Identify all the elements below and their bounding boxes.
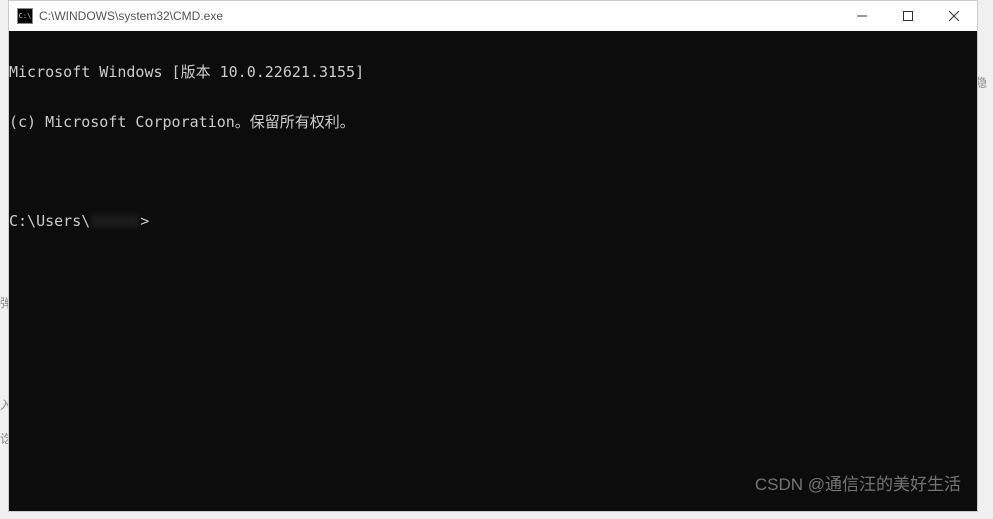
close-button[interactable]: [931, 1, 977, 31]
terminal-area[interactable]: Microsoft Windows [版本 10.0.22621.3155] (…: [9, 31, 977, 511]
window-controls: [839, 1, 977, 31]
terminal-output-line: Microsoft Windows [版本 10.0.22621.3155]: [9, 64, 977, 81]
window-title: C:\WINDOWS\system32\CMD.exe: [39, 9, 839, 23]
watermark-text: CSDN @通信汪的美好生活: [755, 476, 961, 495]
prompt-suffix: >: [140, 213, 149, 230]
cmd-window: C:\ C:\WINDOWS\system32\CMD.exe Microsof…: [8, 0, 978, 512]
terminal-output-line: (c) Microsoft Corporation。保留所有权利。: [9, 114, 977, 131]
titlebar[interactable]: C:\ C:\WINDOWS\system32\CMD.exe: [9, 1, 977, 31]
cmd-icon: C:\: [17, 8, 33, 24]
redacted-username: [91, 214, 139, 228]
maximize-button[interactable]: [885, 1, 931, 31]
terminal-prompt: C:\Users\ >: [9, 213, 977, 230]
minimize-button[interactable]: [839, 1, 885, 31]
terminal-blank-line: [9, 163, 977, 180]
prompt-prefix: C:\Users\: [9, 213, 90, 230]
